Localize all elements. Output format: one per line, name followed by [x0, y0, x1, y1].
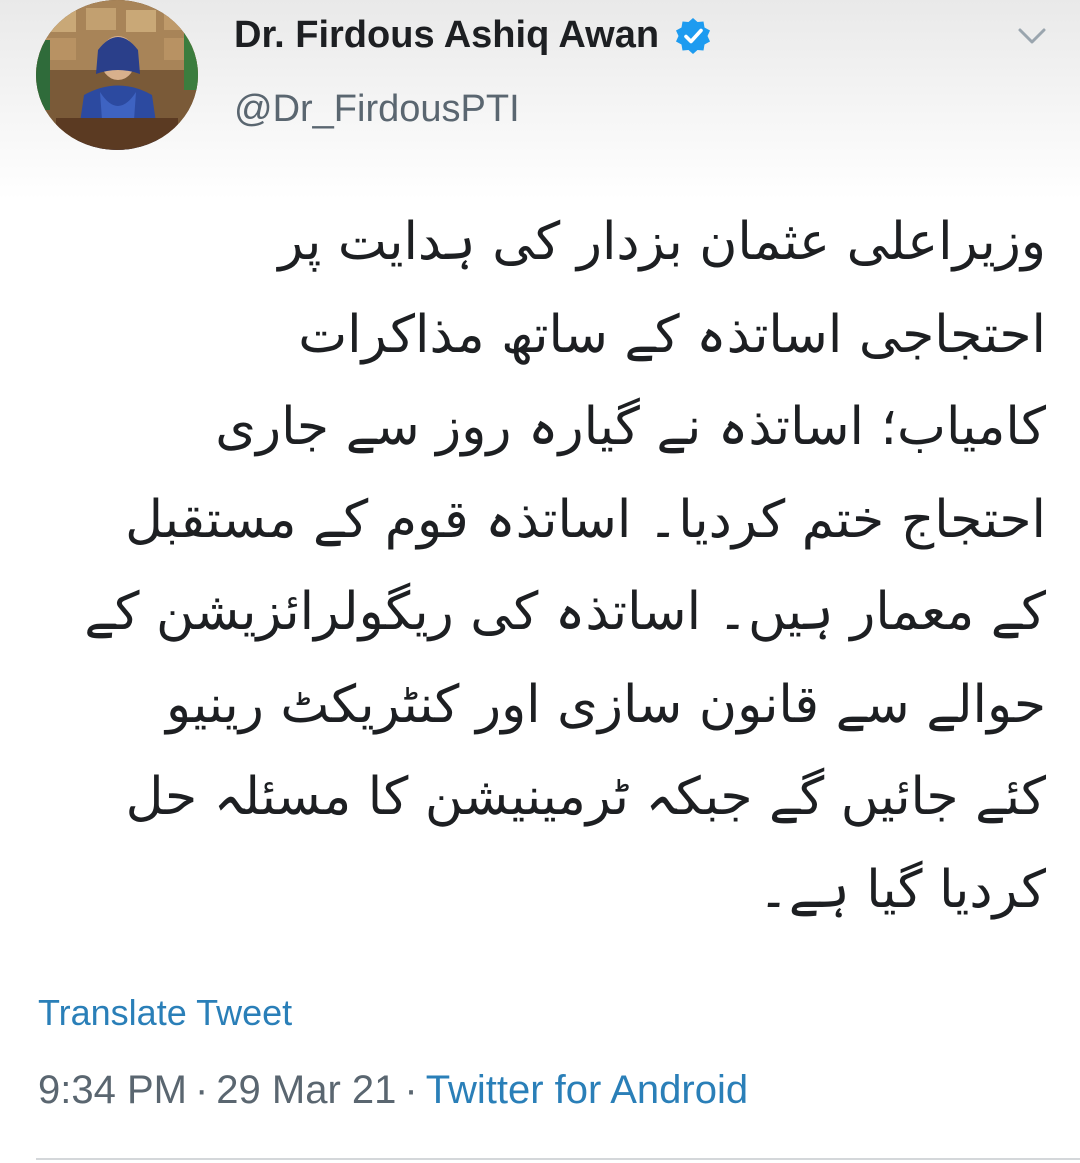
- tweet-body: وزیراعلی عثمان بزدار کی ہدایت پر احتجاجی…: [36, 196, 1046, 936]
- tweet-source-link[interactable]: Twitter for Android: [426, 1068, 748, 1112]
- author-display-name-row[interactable]: Dr. Firdous Ashiq Awan: [234, 14, 713, 57]
- avatar-image: [36, 0, 198, 150]
- tweet-line: کئے جائیں گے جبکہ ٹرمینیشن کا مسئلہ حل: [125, 767, 1046, 827]
- tweet-line: احتجاجی اساتذہ کے ساتھ مذاکرات: [298, 304, 1046, 365]
- translate-tweet-link[interactable]: Translate Tweet: [38, 992, 292, 1034]
- tweet-meta: 9:34 PM · 29 Mar 21 · Twitter for Android: [38, 1068, 748, 1113]
- tweet-date[interactable]: 29 Mar 21: [216, 1068, 396, 1112]
- tweet-time[interactable]: 9:34 PM: [38, 1068, 187, 1112]
- tweet-line: وزیراعلی عثمان بزدار کی ہدایت پر: [278, 212, 1046, 272]
- verified-badge-icon: [673, 16, 713, 56]
- tweet-line: احتجاج ختم کردیا۔ اساتذہ قوم کے مستقبل: [125, 489, 1046, 550]
- tweet-line: کامیاب؛ اساتذہ نے گیارہ روز سے جاری: [215, 397, 1046, 457]
- divider: [36, 1158, 1080, 1160]
- author-handle[interactable]: @Dr_FirdousPTI: [234, 88, 520, 131]
- tweet-line: حوالے سے قانون سازی اور کنٹریکٹ رینیو: [165, 674, 1046, 735]
- avatar[interactable]: [36, 0, 198, 150]
- author-display-name[interactable]: Dr. Firdous Ashiq Awan: [234, 14, 659, 57]
- tweet-menu-button[interactable]: [1012, 18, 1052, 54]
- tweet-line: کے معمار ہیں۔ اساتذہ کی ریگولرائزیشن کے: [84, 582, 1046, 642]
- tweet-line: کردیا گیا ہے۔: [758, 859, 1046, 920]
- meta-separator: ·: [194, 1068, 209, 1112]
- chevron-down-icon: [1018, 28, 1046, 44]
- meta-separator: ·: [404, 1068, 418, 1112]
